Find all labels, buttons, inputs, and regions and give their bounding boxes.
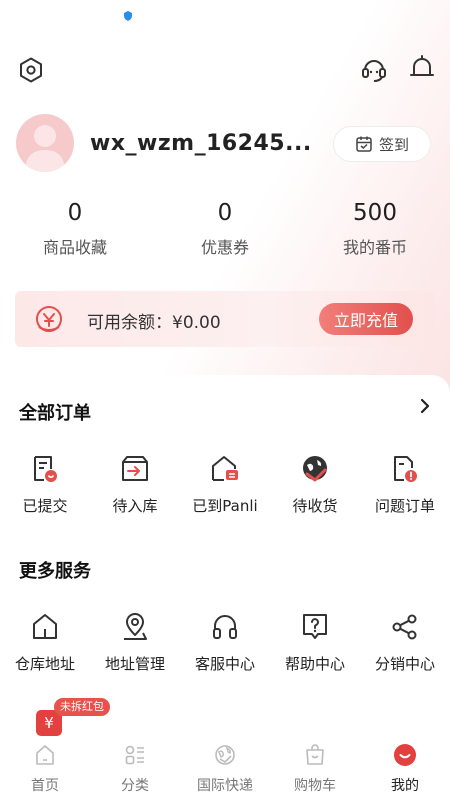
tab-label: 购物车 <box>294 778 336 794</box>
category-icon <box>125 745 144 765</box>
cart-icon <box>306 744 324 765</box>
headset-icon <box>213 615 237 639</box>
service-label: 客服中心 <box>194 655 255 673</box>
service-help-center[interactable]: 帮助中心 <box>270 611 360 674</box>
tab-label: 国际快递 <box>197 778 253 794</box>
tab-label: 我的 <box>391 778 419 794</box>
service-label: 仓库地址 <box>14 655 75 673</box>
order-label: 待入库 <box>112 497 158 515</box>
home-icon <box>36 745 54 765</box>
stat-label: 商品收藏 <box>42 238 107 257</box>
order-submitted[interactable]: 已提交 <box>0 453 90 516</box>
order-label: 待收货 <box>292 497 338 515</box>
tab-category[interactable]: 分类 <box>90 743 180 795</box>
tab-global-express[interactable]: 国际快递 <box>180 743 270 795</box>
service-warehouse[interactable]: 仓库地址 <box>0 611 90 674</box>
service-label: 分销中心 <box>374 655 435 673</box>
service-label: 帮助中心 <box>284 655 345 673</box>
problem-order-icon <box>394 456 417 482</box>
submitted-order-icon <box>34 456 57 482</box>
arrived-panli-icon <box>212 456 238 481</box>
red-packet-tag: 未拆红包 <box>54 698 110 716</box>
red-packet-float[interactable]: ¥ 未拆红包 <box>36 698 116 740</box>
pending-warehouse-icon <box>122 456 148 481</box>
stat-coupons[interactable]: 0 优惠券 <box>150 200 300 258</box>
stat-label: 我的番币 <box>342 238 407 257</box>
stat-favorites[interactable]: 0 商品收藏 <box>0 200 150 258</box>
shield-status-icon <box>124 11 132 21</box>
orders-row: 已提交 待入库 已到Panli 待收货 问题订单 <box>0 453 450 533</box>
avatar[interactable] <box>16 114 74 172</box>
tab-label: 分类 <box>121 778 149 794</box>
money-bag-icon <box>36 306 62 332</box>
orders-services-card: 全部订单 已提交 待入库 已到Panli 待收货 问题订单 更多服务 仓库地址 … <box>0 375 450 740</box>
service-address[interactable]: 地址管理 <box>90 611 180 674</box>
recharge-button[interactable]: 立即充值 <box>319 303 413 335</box>
stat-label: 优惠券 <box>200 238 249 257</box>
service-label: 地址管理 <box>104 655 165 673</box>
service-customer-center[interactable]: 客服中心 <box>180 611 270 674</box>
settings-icon[interactable] <box>17 56 45 84</box>
location-pin-icon <box>124 613 147 640</box>
balance-banner: 可用余额：¥0.00 立即充值 <box>15 291 435 347</box>
services-row: 仓库地址 地址管理 客服中心 帮助中心 分销中心 <box>0 611 450 691</box>
order-label: 已提交 <box>22 497 68 515</box>
calendar-icon <box>356 136 372 152</box>
order-pending-warehouse[interactable]: 待入库 <box>90 453 180 516</box>
global-express-icon <box>215 745 235 765</box>
pending-receive-icon <box>303 456 327 482</box>
order-pending-receive[interactable]: 待收货 <box>270 453 360 516</box>
warehouse-icon <box>33 614 57 639</box>
orders-title: 全部订单 <box>19 403 91 424</box>
tab-home[interactable]: 首页 <box>0 743 90 795</box>
tab-mine[interactable]: 我的 <box>360 743 450 795</box>
stat-value: 500 <box>353 200 397 226</box>
stats-row: 0 商品收藏 0 优惠券 500 我的番币 <box>0 200 450 262</box>
profile-icon <box>394 744 416 766</box>
bottom-tab-bar: 首页 分类 国际快递 购物车 我的 <box>0 740 450 800</box>
order-label: 问题订单 <box>374 497 435 515</box>
share-icon <box>392 614 417 640</box>
customer-service-icon[interactable] <box>360 55 388 83</box>
order-arrived-panli[interactable]: 已到Panli <box>180 453 270 516</box>
stat-coins[interactable]: 500 我的番币 <box>300 200 450 258</box>
help-icon <box>303 614 327 639</box>
notification-bell-icon[interactable] <box>408 54 436 82</box>
services-title: 更多服务 <box>19 561 91 582</box>
stat-value: 0 <box>217 200 233 226</box>
tab-cart[interactable]: 购物车 <box>270 743 360 795</box>
balance-text: 可用余额：¥0.00 <box>87 313 221 333</box>
service-distribution-center[interactable]: 分销中心 <box>360 611 450 674</box>
tab-label: 首页 <box>31 778 59 794</box>
stat-value: 0 <box>67 200 83 226</box>
checkin-label: 签到 <box>378 135 409 154</box>
order-problem[interactable]: 问题订单 <box>360 453 450 516</box>
checkin-button[interactable]: 签到 <box>333 126 431 162</box>
chevron-right-icon[interactable] <box>418 397 432 415</box>
username[interactable]: wx_wzm_16245... <box>90 131 312 156</box>
order-label: 已到Panli <box>192 497 258 515</box>
